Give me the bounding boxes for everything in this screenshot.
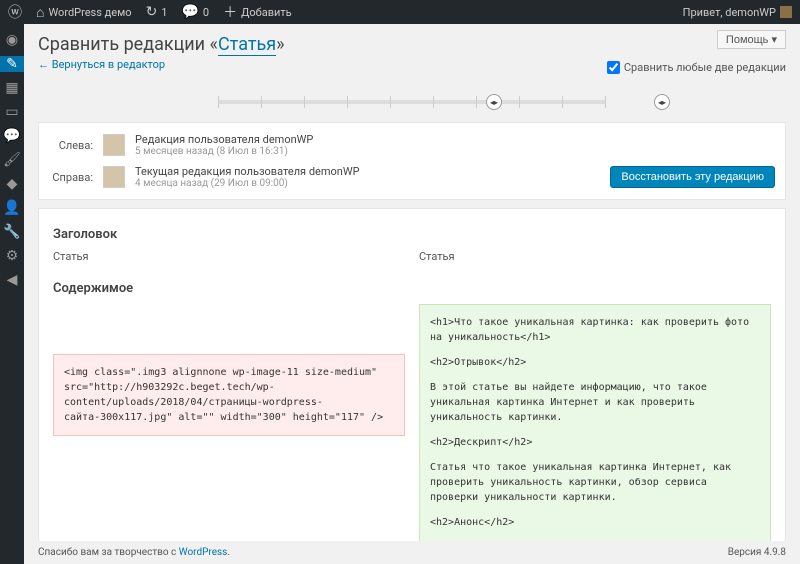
page-title: Сравнить редакции «Статья» xyxy=(38,34,786,55)
compare-any-input[interactable] xyxy=(607,61,620,74)
slider-handle-left[interactable]: ◂▸ xyxy=(486,94,502,110)
compare-any-checkbox[interactable]: Сравнить любые две редакции xyxy=(607,61,786,74)
diff-deleted: <img class=".img3 alignnone wp-image-11 … xyxy=(53,354,405,436)
avatar-icon xyxy=(103,166,125,188)
appearance-icon[interactable]: 🖌 xyxy=(4,152,20,168)
media-icon[interactable]: ▦ xyxy=(4,80,20,96)
diff-section: Заголовок Статья Статья Содержимое <img … xyxy=(38,208,786,564)
posts-icon[interactable]: ✎ xyxy=(0,56,24,72)
right-revision-author: Текущая редакция пользователя demonWP xyxy=(135,165,600,178)
wordpress-link[interactable]: WordPress xyxy=(179,547,228,558)
plugins-icon[interactable]: ◆ xyxy=(4,176,20,192)
tools-icon[interactable]: 🔧 xyxy=(4,224,20,240)
admin-bar: ⓦ ⌂WordPress демо ↻1 💬0 ＋Добавить Привет… xyxy=(0,0,800,24)
post-title-link[interactable]: Статья xyxy=(218,34,276,56)
content-area: Помощь ▾ Сравнить редакции «Статья» ← Ве… xyxy=(24,24,800,564)
my-account[interactable]: Привет, demonWP xyxy=(683,6,792,19)
revision-meta: Слева: Редакция пользователя demonWP 5 м… xyxy=(38,122,786,200)
slider-handle-right[interactable]: ◂▸ xyxy=(654,94,670,110)
wp-logo[interactable]: ⓦ xyxy=(8,2,22,22)
diff-added: <h1>Что такое уникальная картинка: как п… xyxy=(419,304,771,564)
return-to-editor-link[interactable]: ← Вернуться в редактор xyxy=(38,58,165,71)
diff-heading-title: Заголовок xyxy=(53,227,771,242)
dashboard-icon[interactable]: ◉ xyxy=(4,32,20,48)
diff-heading-content: Содержимое xyxy=(53,281,771,296)
help-button[interactable]: Помощь ▾ xyxy=(717,30,786,49)
site-name[interactable]: ⌂WordPress демо xyxy=(36,4,132,21)
revision-slider[interactable]: ◂▸ ◂▸ xyxy=(38,92,786,112)
avatar-icon xyxy=(103,134,125,156)
left-revision-author: Редакция пользователя demonWP xyxy=(135,133,775,146)
admin-menu: ◉ ✎ ▦ ▭ 💬 🖌 ◆ 👤 🔧 ⚙ ◀ xyxy=(0,24,24,564)
right-post-title: Статья xyxy=(419,250,771,263)
new-content[interactable]: ＋Добавить xyxy=(223,2,292,22)
right-label: Справа: xyxy=(49,171,93,184)
restore-button[interactable]: Восстановить эту редакцию xyxy=(610,166,775,188)
comments[interactable]: 💬0 xyxy=(181,4,209,20)
avatar-icon xyxy=(780,6,792,18)
pages-icon[interactable]: ▭ xyxy=(4,104,20,120)
left-label: Слева: xyxy=(49,139,93,152)
users-icon[interactable]: 👤 xyxy=(4,200,20,216)
left-post-title: Статья xyxy=(53,250,405,263)
comments-icon[interactable]: 💬 xyxy=(4,128,20,144)
updates[interactable]: ↻1 xyxy=(146,4,168,20)
footer: Спасибо вам за творчество с WordPress. В… xyxy=(24,541,800,564)
collapse-icon[interactable]: ◀ xyxy=(4,272,20,288)
settings-icon[interactable]: ⚙ xyxy=(4,248,20,264)
version-text: Версия 4.9.8 xyxy=(728,547,786,558)
